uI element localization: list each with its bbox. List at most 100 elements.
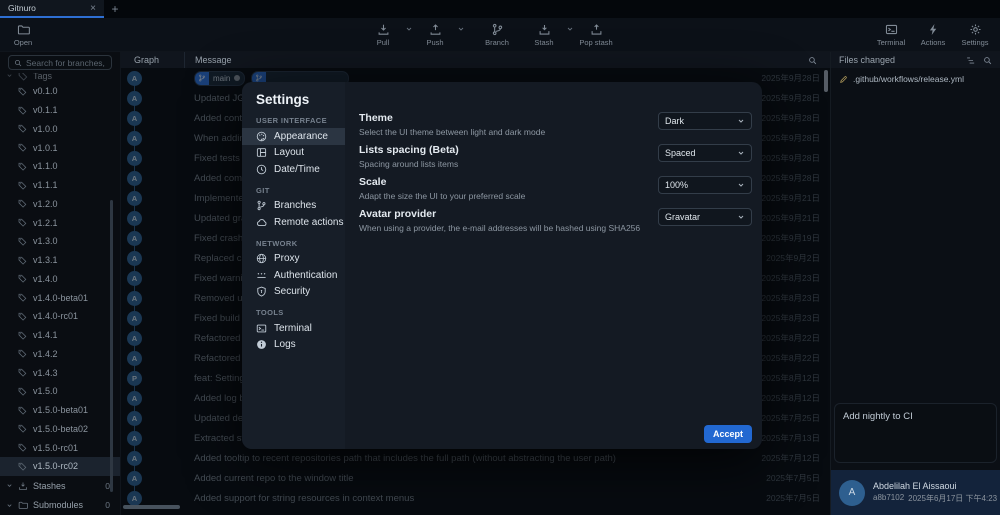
commit-author-card[interactable]: A Abdelilah El Aissaoui a8b7102 2025年6月1… bbox=[831, 470, 1000, 515]
sidebar-item-tag-v1-4-0-beta01[interactable]: v1.4.0-beta01 bbox=[0, 288, 120, 307]
sidebar-group-tags[interactable]: Tags bbox=[0, 73, 120, 82]
layout-icon bbox=[256, 147, 267, 158]
settings-nav-date-time[interactable]: Date/Time bbox=[242, 161, 345, 178]
settings-content: ThemeSelect the UI theme between light a… bbox=[345, 82, 762, 449]
stash-button[interactable]: Stash bbox=[527, 23, 561, 47]
settings-section-label: NETWORK bbox=[242, 231, 345, 251]
settings-nav-terminal[interactable]: Terminal bbox=[242, 320, 345, 337]
settings-dialog: Settings USER INTERFACEAppearanceLayoutD… bbox=[242, 82, 762, 449]
pop-stash-button[interactable]: Pop stash bbox=[579, 23, 613, 47]
sidebar-item-tag-v1-3-1[interactable]: v1.3.1 bbox=[0, 251, 120, 270]
author-avatar: A bbox=[839, 480, 865, 506]
commit-list-scrollbar[interactable] bbox=[824, 70, 828, 92]
select-avatar-provider[interactable]: Gravatar bbox=[658, 208, 752, 226]
sidebar-item-tag-v1-1-1[interactable]: v1.1.1 bbox=[0, 176, 120, 195]
chevron-down-icon bbox=[737, 117, 745, 125]
push-button[interactable]: Push bbox=[418, 23, 452, 47]
actions-button[interactable]: Actions bbox=[914, 23, 952, 47]
settings-nav-security[interactable]: Security bbox=[242, 284, 345, 301]
new-tab-button[interactable]: + bbox=[104, 0, 126, 18]
option-description: When using a provider, the e-mail addres… bbox=[359, 223, 648, 233]
chevron-down-icon bbox=[6, 482, 13, 489]
sidebar: Tags v0.1.0 v0.1.1v1.0.0 v1.0.1 v1.1.0v1.1.… bbox=[0, 52, 120, 515]
select-lists-spacing-beta[interactable]: Spaced bbox=[658, 144, 752, 162]
push-dropdown-icon[interactable] bbox=[457, 25, 465, 33]
terminal-button[interactable]: Terminal bbox=[872, 23, 910, 47]
open-button[interactable]: Open bbox=[2, 21, 44, 49]
branch-icon bbox=[491, 23, 504, 36]
sidebar-item-tag-v1-5-0-rc01[interactable]: v1.5.0-rc01 bbox=[0, 438, 120, 457]
sidebar-item-tag-v1-1-0[interactable]: v1.1.0 bbox=[0, 157, 120, 176]
settings-nav-proxy[interactable]: Proxy bbox=[242, 251, 345, 268]
pull-button[interactable]: Pull bbox=[366, 23, 400, 47]
sidebar-item-tag-v1-4-1[interactable]: v1.4.1 bbox=[0, 326, 120, 345]
sidebar-item-tag-v1-2-1[interactable]: v1.2.1 bbox=[0, 213, 120, 232]
tag-icon bbox=[18, 349, 27, 358]
changed-file-row[interactable]: .github/workflows/release.yml bbox=[831, 68, 1000, 90]
tree-view-icon[interactable] bbox=[966, 56, 975, 65]
branch-label: Branch bbox=[485, 38, 509, 47]
sidebar-item-tag-v1-4-3[interactable]: v1.4.3 bbox=[0, 363, 120, 382]
sidebar-item-tag-v1-2-0[interactable]: v1.2.0 bbox=[0, 195, 120, 214]
sidebar-group-stashes[interactable]: Stashes0 bbox=[0, 476, 120, 496]
sidebar-item-tag-v1-5-0-beta01[interactable]: v1.5.0-beta01 bbox=[0, 401, 120, 420]
sidebar-item-tag-v1-0-1[interactable]: v1.0.1 bbox=[0, 138, 120, 157]
settings-nav-branches[interactable]: Branches bbox=[242, 198, 345, 215]
close-tab-icon[interactable]: × bbox=[90, 3, 96, 14]
tag-icon bbox=[18, 462, 27, 471]
tag-label: v1.4.2 bbox=[33, 349, 58, 359]
tag-label: v0.1.0 bbox=[33, 86, 58, 96]
sidebar-item-tag-v0-1-1[interactable]: v0.1.1 bbox=[0, 101, 120, 120]
files-search-icon[interactable] bbox=[983, 56, 992, 65]
option-description: Spacing around lists items bbox=[359, 159, 648, 169]
sidebar-item-tag-v1-4-2[interactable]: v1.4.2 bbox=[0, 345, 120, 364]
graph-horizontal-scrollbar[interactable] bbox=[123, 505, 180, 509]
settings-nav-label: Authentication bbox=[274, 270, 337, 281]
sidebar-group-label: Tags bbox=[33, 73, 52, 81]
sidebar-item-tag-v1-0-0[interactable]: v1.0.0 bbox=[0, 120, 120, 139]
commit-date: 2025年6月17日 下午4:23 bbox=[908, 493, 997, 504]
sidebar-item-tag-v1-4-0[interactable]: v1.4.0 bbox=[0, 270, 120, 289]
repo-tab[interactable]: Gitnuro × bbox=[0, 0, 104, 18]
sidebar-item-tag-v1-5-0[interactable]: v1.5.0 bbox=[0, 382, 120, 401]
sidebar-scrollbar[interactable] bbox=[110, 200, 113, 492]
option-title: Lists spacing (Beta) bbox=[359, 144, 648, 156]
search-input[interactable] bbox=[26, 58, 106, 68]
settings-nav-label: Layout bbox=[274, 147, 304, 158]
pull-dropdown-icon[interactable] bbox=[405, 25, 413, 33]
stash-icon bbox=[18, 481, 28, 491]
tag-icon bbox=[18, 331, 27, 340]
select-scale[interactable]: 100% bbox=[658, 176, 752, 194]
settings-nav-layout[interactable]: Layout bbox=[242, 145, 345, 162]
commit-message-box[interactable]: Add nightly to CI bbox=[834, 403, 997, 463]
tag-label: v1.4.3 bbox=[33, 368, 58, 378]
branch-button[interactable]: Branch bbox=[480, 23, 514, 47]
tag-label: v1.4.0-beta01 bbox=[33, 293, 88, 303]
settings-section-label: USER INTERFACE bbox=[242, 108, 345, 128]
sidebar-item-tag-v1-5-0-beta02[interactable]: v1.5.0-beta02 bbox=[0, 420, 120, 439]
settings-nav-logs[interactable]: Logs bbox=[242, 337, 345, 354]
tag-icon bbox=[18, 237, 27, 246]
sidebar-group-submodules[interactable]: Submodules0 bbox=[0, 496, 120, 515]
settings-nav-remote-actions[interactable]: Remote actions bbox=[242, 214, 345, 231]
setting-option-lists-spacing-beta: Lists spacing (Beta) Spacing around lists… bbox=[359, 144, 752, 169]
sidebar-item-tag-v1-5-0-rc02[interactable]: v1.5.0-rc02 bbox=[0, 457, 120, 476]
sidebar-item-tag-v0-1-0[interactable]: v0.1.0 bbox=[0, 82, 120, 101]
tag-icon bbox=[18, 274, 27, 283]
tag-label: v1.0.1 bbox=[33, 143, 58, 153]
settings-nav-authentication[interactable]: Authentication bbox=[242, 267, 345, 284]
select-theme[interactable]: Dark bbox=[658, 112, 752, 130]
sidebar-item-tag-v1-4-0-rc01[interactable]: v1.4.0-rc01 bbox=[0, 307, 120, 326]
commit-search-icon[interactable] bbox=[808, 56, 830, 65]
settings-nav-appearance[interactable]: Appearance bbox=[242, 128, 345, 145]
pop-stash-icon bbox=[590, 23, 603, 36]
sidebar-item-tag-v1-3-0[interactable]: v1.3.0 bbox=[0, 232, 120, 251]
stash-dropdown-icon[interactable] bbox=[566, 25, 574, 33]
settings-nav-label: Terminal bbox=[274, 323, 312, 334]
accept-button[interactable]: Accept bbox=[704, 425, 752, 443]
settings-button[interactable]: Settings bbox=[956, 23, 994, 47]
tag-label: v1.3.0 bbox=[33, 236, 58, 246]
tag-label: v1.4.0 bbox=[33, 274, 58, 284]
main-toolbar: Open Pull Push Branch Stash bbox=[0, 18, 1000, 52]
sidebar-search-box[interactable] bbox=[8, 55, 112, 70]
